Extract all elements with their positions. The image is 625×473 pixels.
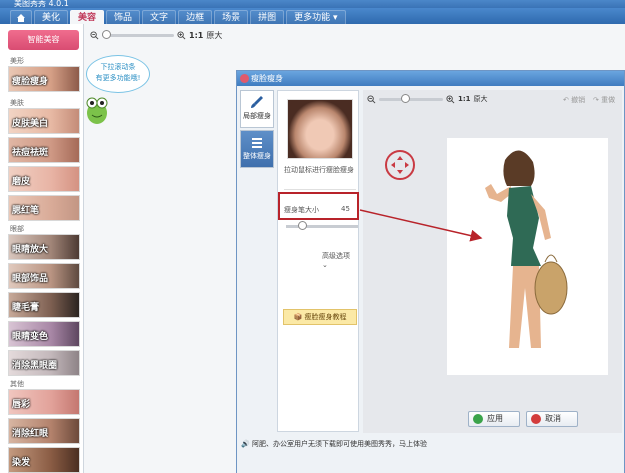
annotation-arrow-icon	[359, 209, 483, 242]
